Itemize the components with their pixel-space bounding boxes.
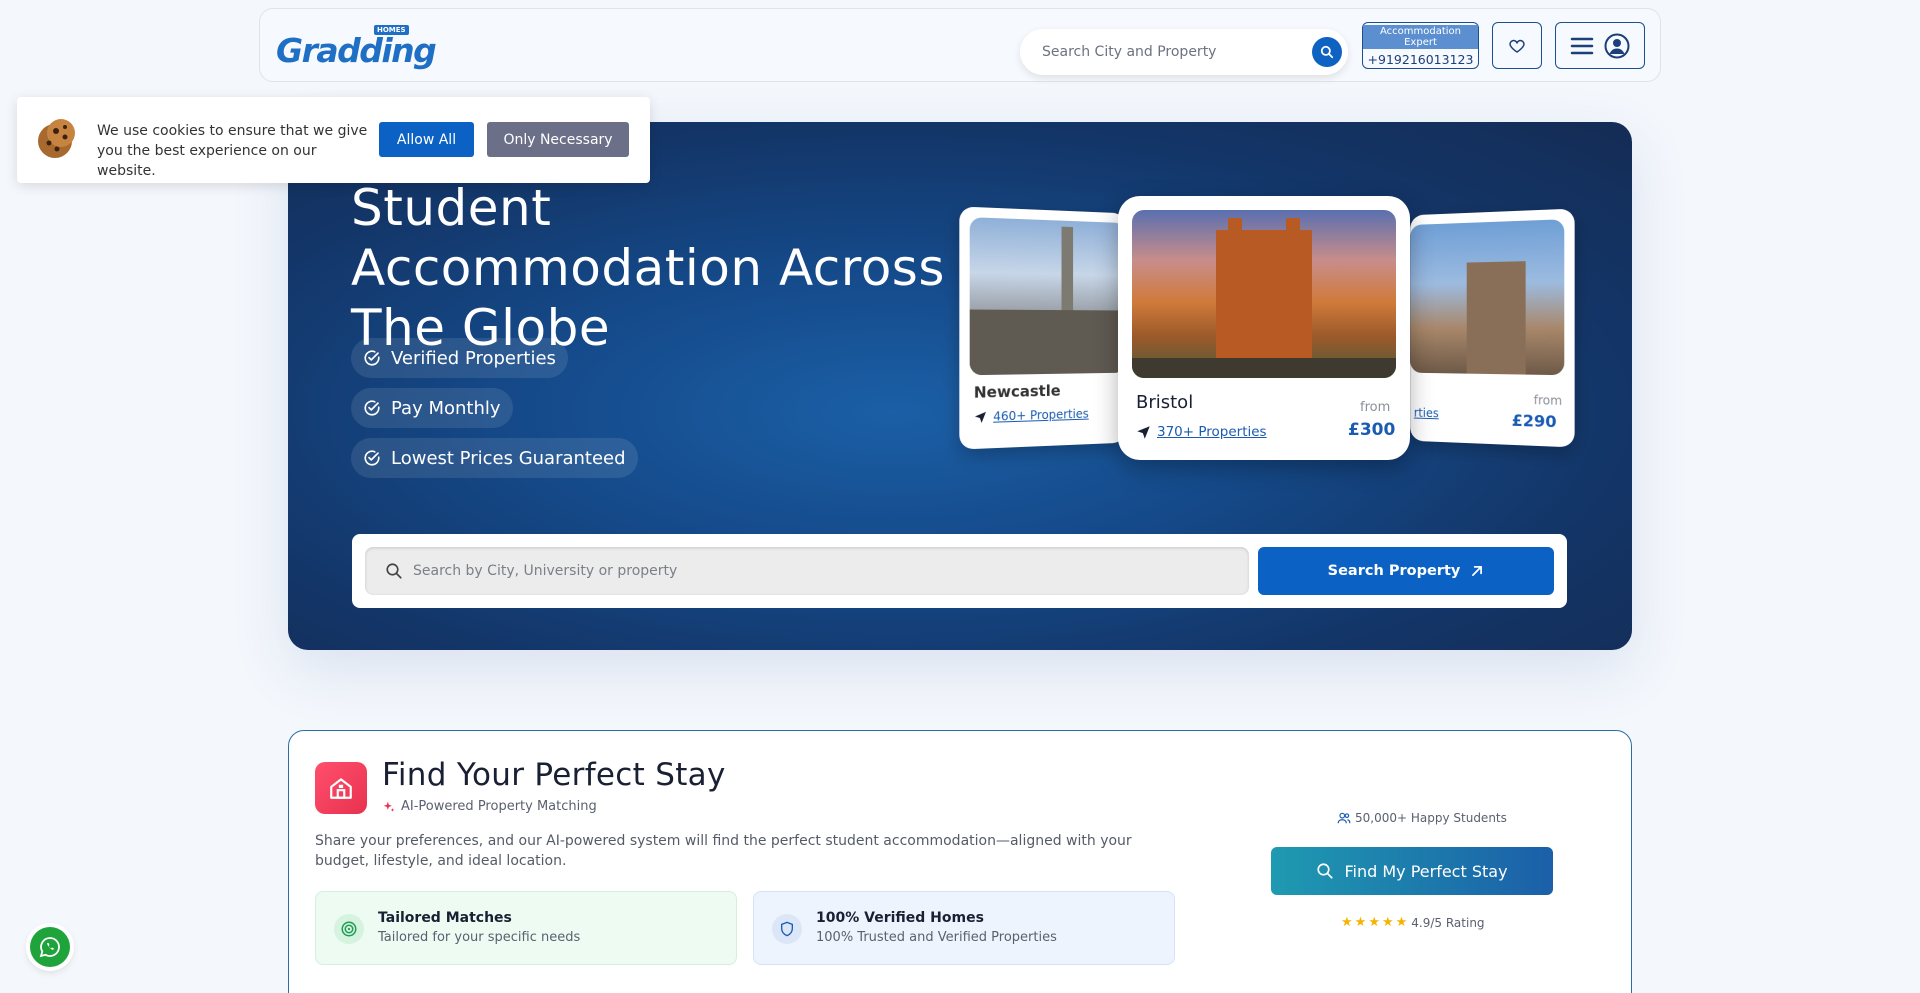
header-search-input[interactable] bbox=[1042, 41, 1302, 63]
check-circle-icon bbox=[363, 349, 381, 367]
card-price: £290 bbox=[1512, 411, 1557, 432]
heart-icon bbox=[1508, 37, 1526, 55]
feature-title: Tailored Matches bbox=[378, 910, 512, 926]
feature-verified-homes: 100% Verified Homes 100% Trusted and Ver… bbox=[753, 891, 1175, 965]
card-properties-link[interactable]: 370+ Properties bbox=[1136, 424, 1267, 440]
card-city: Bristol bbox=[1136, 392, 1193, 413]
header-search bbox=[1020, 29, 1348, 75]
rating: ★ ★ ★ ★ ★ 4.9/5 Rating bbox=[1341, 915, 1485, 930]
feature-label: Lowest Prices Guaranteed bbox=[391, 448, 626, 469]
property-card-bristol[interactable]: Bristol 370+ Properties from £300 bbox=[1118, 196, 1410, 460]
shield-icon bbox=[772, 914, 802, 944]
city-image bbox=[1410, 219, 1564, 375]
card-city: Newcastle bbox=[974, 382, 1061, 402]
site-header: Gradding HOMES Accommodation Expert +919… bbox=[259, 8, 1661, 82]
expert-label: Accommodation Expert bbox=[1363, 25, 1478, 49]
site-logo[interactable]: Gradding HOMES bbox=[276, 25, 411, 69]
search-icon bbox=[385, 562, 403, 580]
menu-button[interactable] bbox=[1555, 22, 1645, 69]
hero-search-bar: Search Property bbox=[352, 534, 1567, 608]
feature-subtitle: 100% Trusted and Verified Properties bbox=[816, 930, 1057, 945]
expert-phone: +919216013123 bbox=[1363, 52, 1478, 67]
card-from-label: from bbox=[1360, 400, 1390, 415]
property-card-newcastle[interactable]: Newcastle 460+ Properties bbox=[959, 206, 1125, 449]
search-property-label: Search Property bbox=[1328, 563, 1461, 579]
hero-title: Student Accommodation Across The Globe bbox=[351, 178, 951, 358]
navigation-icon bbox=[974, 410, 987, 424]
card-from-label: from bbox=[1534, 393, 1562, 408]
logo-text: Gradding bbox=[276, 31, 435, 70]
happy-students: 50,000+ Happy Students bbox=[1337, 811, 1507, 825]
target-icon bbox=[334, 914, 364, 944]
favorites-button[interactable] bbox=[1492, 22, 1542, 69]
cookie-banner: We use cookies to ensure that we give yo… bbox=[17, 97, 650, 183]
hamburger-icon bbox=[1570, 36, 1594, 56]
accommodation-expert-contact[interactable]: Accommodation Expert +919216013123 bbox=[1362, 22, 1479, 69]
find-stay-section: Find Your Perfect Stay AI-Powered Proper… bbox=[288, 730, 1632, 993]
hero-search-field bbox=[365, 547, 1249, 595]
stay-title: Find Your Perfect Stay bbox=[382, 757, 726, 793]
property-card-liverpool[interactable]: rties from £290 bbox=[1410, 209, 1574, 448]
navigation-icon bbox=[1136, 425, 1151, 440]
allow-all-button[interactable]: Allow All bbox=[379, 122, 474, 157]
search-icon bbox=[1316, 862, 1334, 880]
feature-label: Verified Properties bbox=[391, 348, 556, 369]
find-perfect-stay-button[interactable]: Find My Perfect Stay bbox=[1271, 847, 1553, 895]
rating-text: 4.9/5 Rating bbox=[1411, 916, 1484, 930]
check-circle-icon bbox=[363, 449, 381, 467]
feature-verified: Verified Properties bbox=[351, 338, 568, 378]
hero-search-input[interactable] bbox=[413, 561, 1213, 581]
sparkles-icon bbox=[382, 800, 396, 814]
home-icon bbox=[315, 762, 367, 814]
hero-section: Student Accommodation Across The Globe V… bbox=[288, 122, 1632, 650]
cookie-message: We use cookies to ensure that we give yo… bbox=[97, 121, 377, 181]
whatsapp-button[interactable] bbox=[30, 927, 70, 967]
search-icon bbox=[1320, 45, 1334, 59]
arrow-up-right-icon bbox=[1470, 564, 1484, 578]
star-icon: ★ bbox=[1355, 915, 1367, 930]
stay-description: Share your preferences, and our AI-power… bbox=[315, 831, 1185, 871]
check-circle-icon bbox=[363, 399, 381, 417]
feature-tailored-matches: Tailored Matches Tailored for your speci… bbox=[315, 891, 737, 965]
stay-subtitle: AI-Powered Property Matching bbox=[382, 799, 597, 814]
feature-subtitle: Tailored for your specific needs bbox=[378, 930, 580, 945]
star-icon: ★ bbox=[1341, 915, 1353, 930]
city-image bbox=[1132, 210, 1396, 378]
logo-badge: HOMES bbox=[374, 25, 409, 35]
users-icon bbox=[1337, 811, 1351, 825]
only-necessary-button[interactable]: Only Necessary bbox=[487, 122, 629, 157]
star-icon: ★ bbox=[1382, 915, 1394, 930]
feature-lowest-price: Lowest Prices Guaranteed bbox=[351, 438, 638, 478]
card-properties-link[interactable]: 460+ Properties bbox=[974, 407, 1089, 425]
header-search-button[interactable] bbox=[1312, 37, 1342, 67]
search-property-button[interactable]: Search Property bbox=[1258, 547, 1554, 595]
star-icon: ★ bbox=[1368, 915, 1380, 930]
cookie-icon bbox=[35, 117, 79, 163]
city-image bbox=[970, 217, 1126, 375]
whatsapp-icon bbox=[38, 935, 62, 959]
star-icon: ★ bbox=[1396, 915, 1408, 930]
feature-title: 100% Verified Homes bbox=[816, 910, 984, 926]
card-price: £300 bbox=[1348, 420, 1395, 440]
card-properties-link[interactable]: rties bbox=[1414, 406, 1439, 420]
feature-pay-monthly: Pay Monthly bbox=[351, 388, 513, 428]
feature-label: Pay Monthly bbox=[391, 398, 501, 419]
user-icon bbox=[1604, 33, 1630, 59]
